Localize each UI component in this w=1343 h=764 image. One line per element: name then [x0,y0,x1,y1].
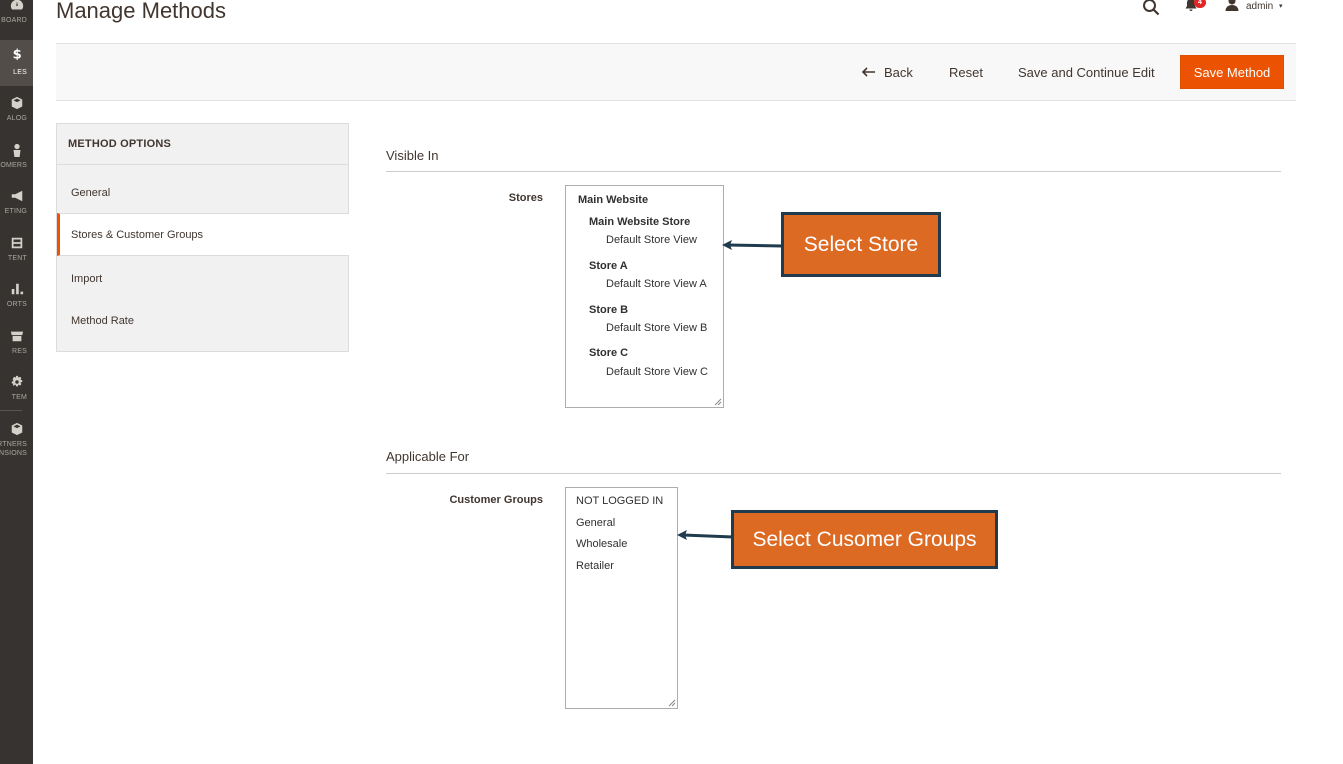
tab-general[interactable]: General [57,171,348,214]
store-option[interactable]: Default Store View A [606,278,707,290]
nav-label: LES [13,69,27,76]
nav-item-partners[interactable]: RTNERS NSIONS [0,418,33,468]
store-option[interactable]: Default Store View C [606,366,708,378]
nav-item-reports[interactable]: ORTS [0,278,33,324]
store-option[interactable]: Main Website Store [589,216,690,228]
callout-arrow-icon [677,530,734,540]
nav-item-dashboard[interactable]: BOARD [0,0,33,40]
svg-text:$: $ [12,47,21,60]
callout-select-store: Select Store [781,212,941,277]
nav-divider [0,410,22,411]
back-button[interactable]: Back [862,44,913,100]
resize-handle-icon[interactable] [714,398,722,406]
layout-icon [0,236,33,254]
tab-stores-customer-groups[interactable]: Stores & Customer Groups [57,213,349,256]
search-icon[interactable] [1142,0,1160,16]
nav-label: ALOG [6,115,27,122]
nav-label: ORTS [6,301,27,308]
nav-label: RES [12,348,27,355]
store-option[interactable]: Main Website [578,194,648,206]
store-option[interactable]: Default Store View [606,234,697,246]
stores-multiselect[interactable]: Main Website Main Website Store Default … [565,185,724,408]
customer-groups-label: Customer Groups [449,494,543,506]
user-name[interactable]: admin [1246,1,1273,12]
bar-chart-icon [0,282,33,300]
group-option[interactable]: Retailer [576,560,614,572]
save-and-continue-button[interactable]: Save and Continue Edit [1018,44,1155,100]
group-option[interactable]: General [576,517,615,529]
group-option[interactable]: Wholesale [576,538,627,550]
notification-badge: 4 [1194,0,1206,8]
section-divider [386,473,1281,474]
callout-arrow-icon [722,240,783,250]
box-icon [0,422,33,440]
nav-item-content[interactable]: TENT [0,232,33,278]
stores-label: Stores [508,192,543,204]
section-title-visible-in: Visible In [386,148,439,163]
store-option[interactable]: Store C [589,347,628,359]
nav-item-catalog[interactable]: ALOG [0,92,33,138]
tab-import[interactable]: Import [57,257,348,300]
store-option[interactable]: Store B [589,304,628,316]
admin-nav: BOARD $ LES ALOG OMERS ETING TENT ORTS R… [0,0,33,764]
callout-select-customer-groups: Select Cusomer Groups [731,510,998,569]
method-options-tabs: METHOD OPTIONS General Stores & Customer… [56,123,349,352]
user-icon[interactable] [1225,0,1239,11]
tab-method-rate[interactable]: Method Rate [57,299,348,342]
storefront-icon [0,329,33,347]
tabs-divider [57,164,348,165]
section-title-applicable-for: Applicable For [386,449,470,464]
dashboard-icon [0,0,33,16]
tabs-title: METHOD OPTIONS [68,138,172,150]
page-actions-toolbar: Back Reset Save and Continue Edit Save M… [56,43,1296,101]
section-divider [386,171,1281,172]
nav-label: BOARD [1,17,27,24]
megaphone-icon [0,189,33,207]
store-option[interactable]: Store A [589,260,628,272]
nav-label: OMERS [0,162,27,169]
customer-groups-multiselect[interactable]: NOT LOGGED IN General Wholesale Retailer [565,487,678,709]
group-option[interactable]: NOT LOGGED IN [576,495,663,507]
nav-label: TEM [11,394,27,401]
person-icon [0,143,33,161]
resize-handle-icon[interactable] [668,699,676,707]
back-label: Back [884,64,913,80]
nav-label: ETING [4,208,27,215]
nav-label: RTNERS NSIONS [0,441,27,457]
nav-item-stores[interactable]: RES [0,325,33,371]
nav-item-marketing[interactable]: ETING [0,185,33,231]
dollar-icon: $ [0,46,33,64]
chevron-down-icon[interactable]: ▾ [1279,2,1283,10]
arrow-left-icon [862,67,875,77]
nav-item-customers[interactable]: OMERS [0,139,33,185]
cube-icon [0,96,33,114]
reset-button[interactable]: Reset [949,44,983,100]
save-method-button[interactable]: Save Method [1180,55,1284,89]
store-option[interactable]: Default Store View B [606,322,707,334]
nav-item-sales[interactable]: $ LES [0,40,33,86]
nav-label: TENT [7,255,27,262]
gear-icon [0,375,33,393]
page-title: Manage Methods [56,0,226,23]
